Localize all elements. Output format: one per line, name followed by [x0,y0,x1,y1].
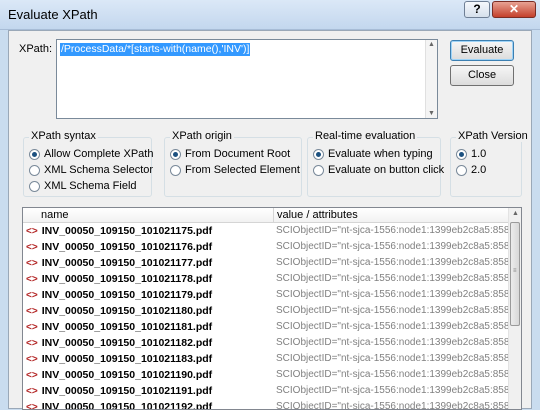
results-table[interactable]: name value / attributes <> INV_00050_1091… [22,207,522,410]
xpath-input[interactable]: /ProcessData/*[starts-with(name(),'INV')… [56,39,438,119]
xml-element-icon: <> [26,290,38,301]
xpath-version-title: XPath Version [456,130,530,142]
scroll-up-icon[interactable]: ▲ [510,210,521,217]
radio-icon [170,148,181,160]
xpath-version-group: XPath Version 1.0 2.0 [450,130,530,197]
title-bar[interactable]: Evaluate XPath ? ✕ [0,0,540,30]
table-row[interactable]: <> INV_00050_109150_101021175.pdf SCIObjec… [23,223,510,239]
column-header-name[interactable]: name [41,209,69,221]
xml-element-icon: <> [26,386,38,397]
radio-version-2-0[interactable]: 2.0 [456,164,486,176]
help-button[interactable]: ? [464,1,490,18]
radio-xml-schema-field[interactable]: XML Schema Field [29,180,137,192]
xpath-scrollbar[interactable]: ▲ ▼ [425,40,437,118]
row-value-cell: SCIObjectID="nt-sjca-1556:node1:1399eb2c… [276,321,510,332]
table-row[interactable]: <> INV_00050_109150_101021191.pdf SCIObjec… [23,383,510,399]
row-name-cell: <> INV_00050_109150_101021175.pdf [26,225,213,237]
window-title: Evaluate XPath [8,7,98,22]
radio-from-selected-element[interactable]: From Selected Element [170,164,300,176]
column-header-value[interactable]: value / attributes [277,209,358,221]
xml-element-icon: <> [26,226,38,237]
row-value-cell: SCIObjectID="nt-sjca-1556:node1:1399eb2c… [276,225,510,236]
row-name-cell: <> INV_00050_109150_101021192.pdf [26,399,212,409]
table-row[interactable]: <> INV_00050_109150_101021177.pdf SCIObjec… [23,255,510,271]
window-close-button[interactable]: ✕ [492,1,536,18]
row-name-cell: <> INV_00050_109150_101021176.pdf [26,241,213,253]
row-name-cell: <> INV_00050_109150_101021177.pdf [26,257,213,269]
row-value-cell: SCIObjectID="nt-sjca-1556:node1:1399eb2c… [276,401,510,410]
radio-icon [456,164,467,176]
realtime-evaluation-group: Real-time evaluation Evaluate when typin… [307,130,444,197]
xpath-label: XPath: [19,43,53,55]
row-value-cell: SCIObjectID="nt-sjca-1556:node1:1399eb2c… [276,337,510,348]
results-scrollbar[interactable]: ▲ ≡ [508,208,521,409]
xml-element-icon: <> [26,338,38,349]
table-row[interactable]: <> INV_00050_109150_101021192.pdf SCIObjec… [23,399,510,410]
scroll-down-icon[interactable]: ▼ [426,110,437,117]
row-name-cell: <> INV_00050_109150_101021191.pdf [26,385,213,397]
grip-icon: ≡ [513,268,517,274]
column-divider[interactable] [273,208,274,222]
scroll-up-icon[interactable]: ▲ [426,41,437,48]
radio-icon [29,148,40,160]
xpath-syntax-title: XPath syntax [29,130,98,142]
radio-allow-complete-xpath[interactable]: Allow Complete XPath [29,148,153,160]
row-name-cell: <> INV_00050_109150_101021179.pdf [26,289,213,301]
row-value-cell: SCIObjectID="nt-sjca-1556:node1:1399eb2c… [276,289,510,300]
table-row[interactable]: <> INV_00050_109150_101021178.pdf SCIObjec… [23,271,510,287]
evaluate-button[interactable]: Evaluate [450,40,514,61]
xml-element-icon: <> [26,274,38,285]
table-row[interactable]: <> INV_00050_109150_101021179.pdf SCIObjec… [23,287,510,303]
table-row[interactable]: <> INV_00050_109150_101021180.pdf SCIObjec… [23,303,510,319]
radio-icon [29,180,40,192]
table-row[interactable]: <> INV_00050_109150_101021190.pdf SCIObjec… [23,367,510,383]
table-row[interactable]: <> INV_00050_109150_101021183.pdf SCIObjec… [23,351,510,367]
row-value-cell: SCIObjectID="nt-sjca-1556:node1:1399eb2c… [276,353,510,364]
row-value-cell: SCIObjectID="nt-sjca-1556:node1:1399eb2c… [276,257,510,268]
row-name-cell: <> INV_00050_109150_101021181.pdf [26,321,213,333]
table-row[interactable]: <> INV_00050_109150_101021181.pdf SCIObjec… [23,319,510,335]
results-rows: <> INV_00050_109150_101021175.pdf SCIObjec… [23,223,510,410]
xml-element-icon: <> [26,306,38,317]
row-name-cell: <> INV_00050_109150_101021190.pdf [26,369,213,381]
row-name-cell: <> INV_00050_109150_101021178.pdf [26,273,213,285]
xpath-origin-group: XPath origin From Document Root From Sel… [164,130,302,197]
xpath-value: /ProcessData/*[starts-with(name(),'INV')… [60,43,251,56]
radio-xml-schema-selector[interactable]: XML Schema Selector [29,164,153,176]
xpath-syntax-group: XPath syntax Allow Complete XPath XML Sc… [23,130,153,197]
row-value-cell: SCIObjectID="nt-sjca-1556:node1:1399eb2c… [276,385,510,396]
radio-evaluate-when-typing[interactable]: Evaluate when typing [313,148,433,160]
radio-icon [313,148,324,160]
row-value-cell: SCIObjectID="nt-sjca-1556:node1:1399eb2c… [276,273,510,284]
xml-element-icon: <> [26,258,38,269]
radio-version-1-0[interactable]: 1.0 [456,148,486,160]
xml-element-icon: <> [26,354,38,365]
results-header: name value / attributes [23,208,510,223]
row-value-cell: SCIObjectID="nt-sjca-1556:node1:1399eb2c… [276,369,510,380]
row-name-cell: <> INV_00050_109150_101021183.pdf [26,353,213,365]
xml-element-icon: <> [26,322,38,333]
row-name-cell: <> INV_00050_109150_101021180.pdf [26,305,213,317]
scroll-thumb[interactable]: ≡ [510,222,520,326]
radio-icon [313,164,324,176]
realtime-evaluation-title: Real-time evaluation [313,130,418,142]
row-value-cell: SCIObjectID="nt-sjca-1556:node1:1399eb2c… [276,241,510,252]
radio-icon [170,164,181,176]
dialog-body: XPath: /ProcessData/*[starts-with(name()… [8,30,532,410]
radio-evaluate-on-button-click[interactable]: Evaluate on button click [313,164,444,176]
radio-from-document-root[interactable]: From Document Root [170,148,290,160]
radio-icon [456,148,467,160]
xml-element-icon: <> [26,370,38,381]
table-row[interactable]: <> INV_00050_109150_101021182.pdf SCIObjec… [23,335,510,351]
table-row[interactable]: <> INV_00050_109150_101021176.pdf SCIObjec… [23,239,510,255]
radio-icon [29,164,40,176]
close-button[interactable]: Close [450,65,514,86]
xpath-origin-title: XPath origin [170,130,234,142]
row-name-cell: <> INV_00050_109150_101021182.pdf [26,337,213,349]
xml-element-icon: <> [26,242,38,253]
row-value-cell: SCIObjectID="nt-sjca-1556:node1:1399eb2c… [276,305,510,316]
